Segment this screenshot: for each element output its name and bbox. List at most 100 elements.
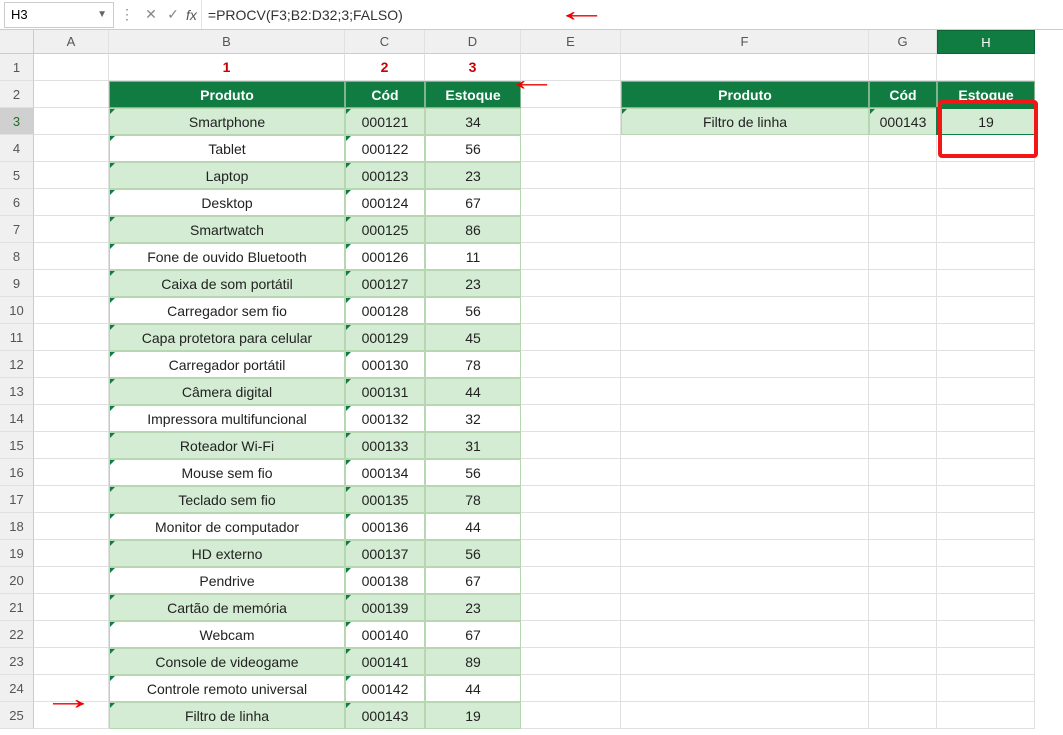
t1-cell[interactable]: 000131 <box>345 378 425 405</box>
t1-cell[interactable]: Impressora multifuncional <box>109 405 345 432</box>
row-10[interactable]: 10Carregador sem fio00012856 <box>0 297 1063 324</box>
row-header-17[interactable]: 17 <box>0 486 34 513</box>
col-header-E[interactable]: E <box>521 30 621 54</box>
row-header-11[interactable]: 11 <box>0 324 34 351</box>
t1-cell[interactable]: 000130 <box>345 351 425 378</box>
t1-cell[interactable]: 000136 <box>345 513 425 540</box>
t1-cell[interactable]: 000142 <box>345 675 425 702</box>
t1-cell[interactable]: 56 <box>425 135 521 162</box>
t1-cell[interactable]: 11 <box>425 243 521 270</box>
t1-cell[interactable]: Pendrive <box>109 567 345 594</box>
t1-cell[interactable]: 000141 <box>345 648 425 675</box>
row-6[interactable]: 6Desktop00012467 <box>0 189 1063 216</box>
t1-cell[interactable]: 000135 <box>345 486 425 513</box>
row-14[interactable]: 14 Impressora multifuncional00013232 <box>0 405 1063 432</box>
t1-cell[interactable]: 23 <box>425 270 521 297</box>
t1-cell[interactable]: 000128 <box>345 297 425 324</box>
t1-cell[interactable]: 000137 <box>345 540 425 567</box>
select-all-corner[interactable] <box>0 30 34 54</box>
t1-cell[interactable]: 000132 <box>345 405 425 432</box>
t1-cell[interactable]: 45 <box>425 324 521 351</box>
col-header-A[interactable]: A <box>34 30 109 54</box>
t2-header-estoque[interactable]: Estoque <box>937 81 1035 108</box>
t1-cell[interactable]: Monitor de computador <box>109 513 345 540</box>
t1-cell[interactable]: 000129 <box>345 324 425 351</box>
row-header-10[interactable]: 10 <box>0 297 34 324</box>
col-header-G[interactable]: G <box>869 30 937 54</box>
t1-cell[interactable]: 000124 <box>345 189 425 216</box>
t1-cell[interactable]: 44 <box>425 675 521 702</box>
t1-cell[interactable]: 67 <box>425 567 521 594</box>
t1-cell[interactable]: 000139 <box>345 594 425 621</box>
col-header-B[interactable]: B <box>109 30 345 54</box>
chevron-down-icon[interactable]: ▼ <box>97 9 107 20</box>
t1-cell[interactable]: Câmera digital <box>109 378 345 405</box>
row-12[interactable]: 12Carregador portátil00013078 <box>0 351 1063 378</box>
row-17[interactable]: 17Teclado sem fio00013578 <box>0 486 1063 513</box>
t1-cell[interactable]: Capa protetora para celular <box>109 324 345 351</box>
row-header-24[interactable]: 24 <box>0 675 34 702</box>
t1-cell[interactable]: Smartphone <box>109 108 345 135</box>
t1-cell[interactable]: 56 <box>425 459 521 486</box>
t1-cell[interactable]: 32 <box>425 405 521 432</box>
row-header-13[interactable]: 13 <box>0 378 34 405</box>
row-4[interactable]: 4Tablet00012256 <box>0 135 1063 162</box>
row-header-25[interactable]: 25 <box>0 702 34 729</box>
t1-cell[interactable]: 86 <box>425 216 521 243</box>
row-header-5[interactable]: 5 <box>0 162 34 189</box>
name-box[interactable]: H3 ▼ <box>4 2 114 28</box>
t1-cell[interactable]: Carregador sem fio <box>109 297 345 324</box>
row-header-15[interactable]: 15 <box>0 432 34 459</box>
row-22[interactable]: 22Webcam00014067 <box>0 621 1063 648</box>
row-header-18[interactable]: 18 <box>0 513 34 540</box>
formula-input[interactable] <box>202 2 1063 28</box>
row-11[interactable]: 11 Capa protetora para celular00012945 <box>0 324 1063 351</box>
t1-cell[interactable]: Console de videogame <box>109 648 345 675</box>
t1-cell[interactable]: Controle remoto universal <box>109 675 345 702</box>
t1-cell[interactable]: Filtro de linha <box>109 702 345 729</box>
row-21[interactable]: 21Cartão de memória00013923 <box>0 594 1063 621</box>
row-header-14[interactable]: 14 <box>0 405 34 432</box>
row-header-19[interactable]: 19 <box>0 540 34 567</box>
row-header-3[interactable]: 3 <box>0 108 34 135</box>
col-header-D[interactable]: D <box>425 30 521 54</box>
row-header-20[interactable]: 20 <box>0 567 34 594</box>
t1-cell[interactable]: 000127 <box>345 270 425 297</box>
t1-cell[interactable]: 000126 <box>345 243 425 270</box>
row-header-4[interactable]: 4 <box>0 135 34 162</box>
t1-cell[interactable]: HD externo <box>109 540 345 567</box>
row-header-1[interactable]: 1 <box>0 54 34 81</box>
t1-cell[interactable]: 34 <box>425 108 521 135</box>
fx-icon[interactable]: fx <box>186 7 197 23</box>
row-13[interactable]: 13Câmera digital00013144 <box>0 378 1063 405</box>
t1-cell[interactable]: 56 <box>425 540 521 567</box>
t1-cell[interactable]: 000140 <box>345 621 425 648</box>
t1-cell[interactable]: Fone de ouvido Bluetooth <box>109 243 345 270</box>
t1-cell[interactable]: 000122 <box>345 135 425 162</box>
row-header-6[interactable]: 6 <box>0 189 34 216</box>
t1-cell[interactable]: 67 <box>425 189 521 216</box>
t1-cell[interactable]: 23 <box>425 594 521 621</box>
t1-cell[interactable]: Roteador Wi-Fi <box>109 432 345 459</box>
t1-cell[interactable]: 67 <box>425 621 521 648</box>
t1-cell[interactable]: Cartão de memória <box>109 594 345 621</box>
col-header-F[interactable]: F <box>621 30 869 54</box>
t2-header-cod[interactable]: Cód <box>869 81 937 108</box>
t1-cell[interactable]: 44 <box>425 513 521 540</box>
t1-header-produto[interactable]: Produto <box>109 81 345 108</box>
row-header-22[interactable]: 22 <box>0 621 34 648</box>
t1-cell[interactable]: Mouse sem fio <box>109 459 345 486</box>
t1-cell[interactable]: Laptop <box>109 162 345 189</box>
t1-cell[interactable]: 000121 <box>345 108 425 135</box>
row-header-23[interactable]: 23 <box>0 648 34 675</box>
row-19[interactable]: 19 HD externo00013756 <box>0 540 1063 567</box>
t1-cell[interactable]: 000134 <box>345 459 425 486</box>
t1-cell[interactable]: 000138 <box>345 567 425 594</box>
t1-cell[interactable]: Carregador portátil <box>109 351 345 378</box>
t1-cell[interactable]: 23 <box>425 162 521 189</box>
t1-cell[interactable]: 000133 <box>345 432 425 459</box>
row-9[interactable]: 9Caixa de som portátil00012723 <box>0 270 1063 297</box>
t1-cell[interactable]: 78 <box>425 486 521 513</box>
enter-icon[interactable]: ✓ <box>162 4 184 26</box>
t1-cell[interactable]: 89 <box>425 648 521 675</box>
